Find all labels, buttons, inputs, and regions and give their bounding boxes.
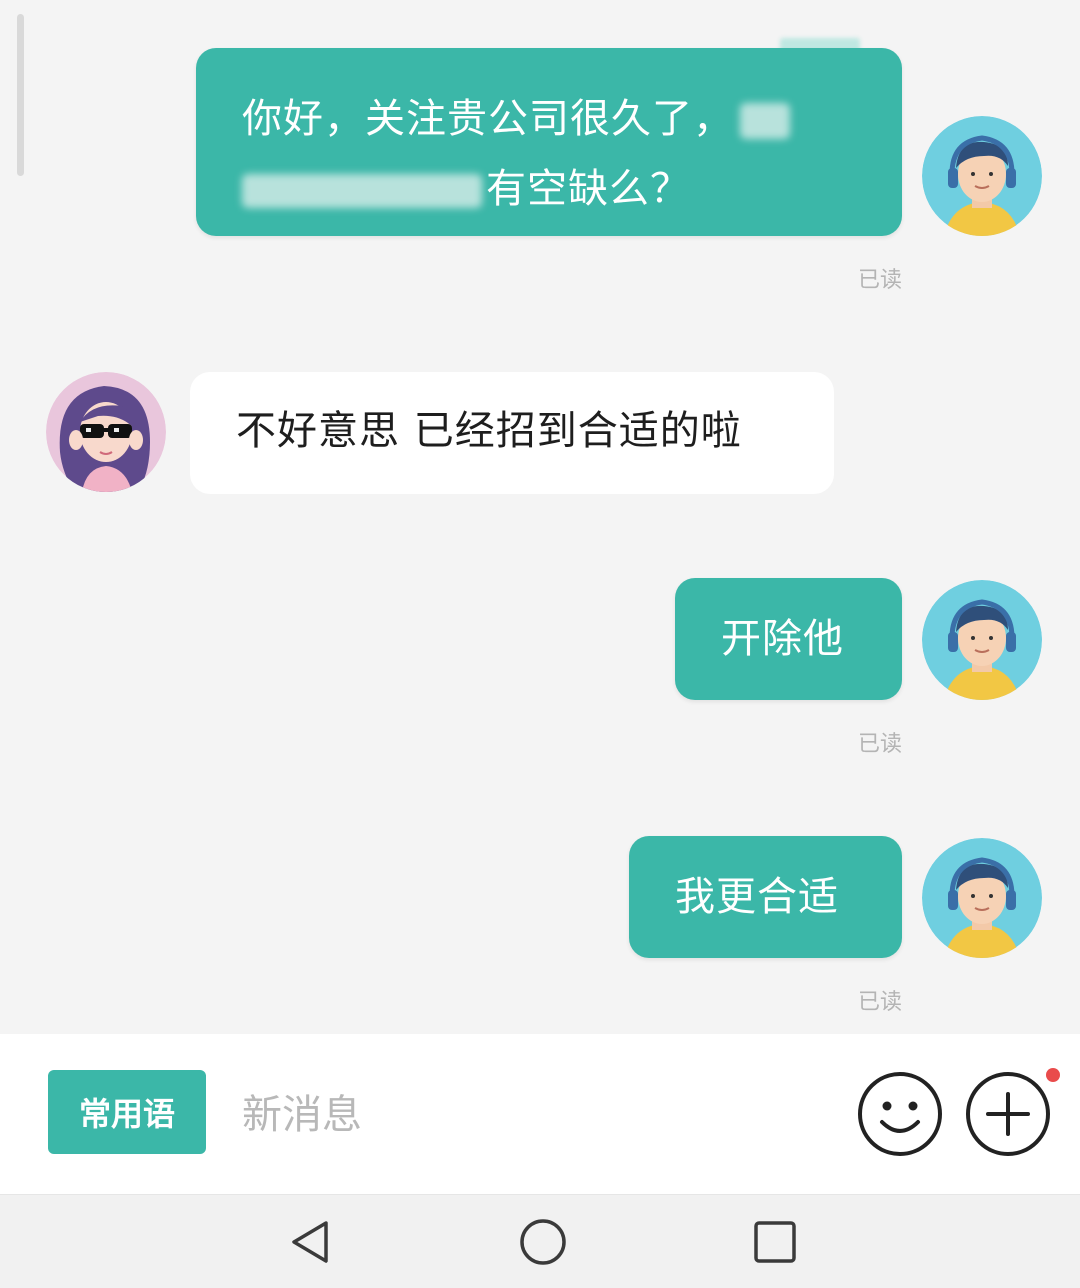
read-status: 已读	[857, 268, 902, 293]
my-avatar[interactable]	[922, 580, 1042, 700]
read-status: 已读	[857, 732, 902, 757]
message-text: 我更合适	[675, 874, 839, 920]
my-avatar[interactable]	[922, 838, 1042, 958]
circle-home-icon	[520, 1219, 566, 1265]
message-input-bar: 常用语	[0, 1034, 1080, 1194]
notification-dot	[1046, 1068, 1060, 1082]
square-recents-icon	[754, 1221, 796, 1263]
emoji-button[interactable]	[856, 1070, 944, 1158]
message-text-line: 有空缺么？	[242, 154, 902, 224]
plus-circle-icon	[966, 1072, 1050, 1156]
message-text: 开除他	[721, 616, 844, 662]
message-bubble-sent[interactable]: 开除他	[675, 578, 902, 700]
home-button[interactable]	[518, 1217, 568, 1267]
back-button[interactable]	[286, 1217, 336, 1267]
recents-button[interactable]	[750, 1217, 800, 1267]
more-button[interactable]	[964, 1070, 1052, 1158]
common-phrases-button[interactable]: 常用语	[48, 1070, 206, 1154]
message-bubble-sent[interactable]: 你好，关注贵公司很久了， 有空缺么？	[196, 48, 902, 236]
message-bubble-received[interactable]: 不好意思 已经招到合适的啦	[190, 372, 834, 494]
contact-avatar[interactable]	[46, 372, 166, 492]
scroll-indicator[interactable]	[17, 14, 24, 176]
message-text: 不好意思 已经招到合适的啦	[236, 408, 742, 454]
message-text-line: 你好，关注贵公司很久了，	[242, 84, 902, 154]
blurred-text	[242, 174, 482, 208]
system-nav-bar	[0, 1194, 1080, 1288]
smiley-icon	[858, 1072, 942, 1156]
message-bubble-sent[interactable]: 我更合适	[629, 836, 902, 958]
blurred-text	[740, 103, 790, 139]
read-status: 已读	[857, 990, 902, 1015]
message-input[interactable]	[240, 1074, 824, 1156]
triangle-back-icon	[292, 1221, 328, 1263]
my-avatar[interactable]	[922, 116, 1042, 236]
